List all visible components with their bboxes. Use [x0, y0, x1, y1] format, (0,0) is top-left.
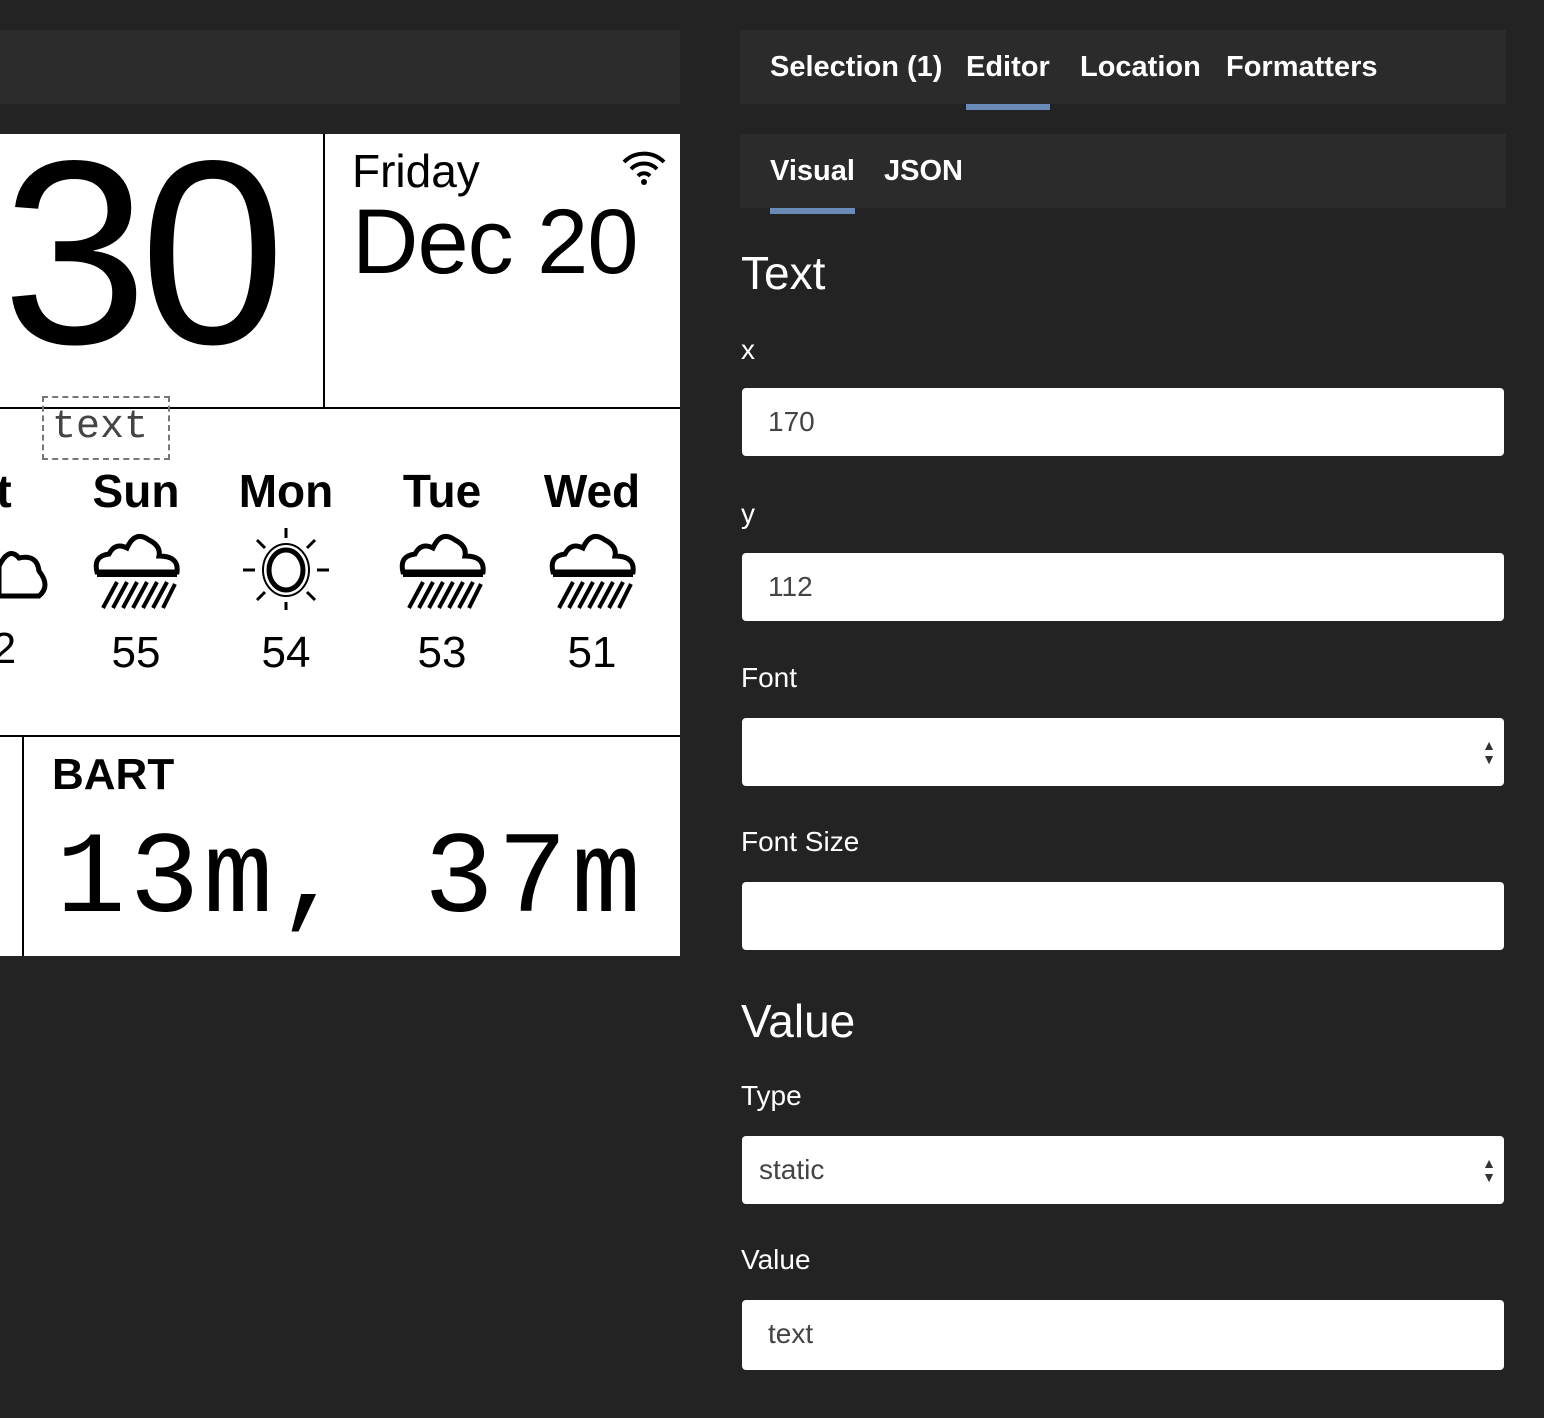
forecast-day-name: Mon	[238, 465, 334, 517]
hour-minute-text[interactable]: 30	[2, 134, 285, 384]
x-input[interactable]: 170	[742, 388, 1504, 456]
forecast-temp: 55	[111, 628, 161, 677]
display-canvas[interactable]: 30 Friday Dec 20 text t 2 Sun 55 Mon 54 …	[0, 134, 680, 956]
forecast-temp: 54	[261, 628, 311, 677]
forecast-day-name: Sun	[92, 465, 180, 517]
font-select[interactable]: ▲ ▼	[742, 718, 1504, 786]
forecast-day: Tue 53	[382, 464, 502, 678]
tab-location[interactable]: Location	[1080, 30, 1201, 104]
tab-selection[interactable]: Selection (1)	[770, 30, 942, 104]
forecast-day: Mon 54	[226, 464, 346, 678]
value-label: Value	[741, 1244, 811, 1275]
y-input[interactable]: 112	[742, 553, 1504, 621]
main-tabs: Selection (1) Editor Location Formatters	[740, 30, 1506, 110]
rain-icon	[399, 533, 486, 609]
tab-json[interactable]: JSON	[884, 134, 963, 208]
forecast-day: Wed 51	[532, 464, 652, 678]
sub-tabs: Visual JSON	[740, 134, 1506, 214]
x-label: x	[741, 334, 755, 365]
bart-times[interactable]: 13m, 37m	[56, 814, 645, 946]
divider	[323, 134, 325, 408]
bart-label[interactable]: BART	[52, 750, 174, 800]
type-label: Type	[741, 1080, 802, 1111]
divider	[0, 735, 680, 737]
tab-formatters[interactable]: Formatters	[1226, 30, 1378, 104]
forecast-day: Sun 55	[76, 464, 196, 678]
y-label: y	[741, 498, 755, 529]
date-text[interactable]: Dec 20	[352, 190, 638, 295]
select-arrows-icon: ▲ ▼	[1482, 737, 1496, 767]
value-input[interactable]: text	[742, 1300, 1504, 1370]
forecast-temp: 53	[417, 628, 467, 677]
rain-icon	[93, 533, 180, 609]
forecast-temp: 2	[0, 624, 17, 673]
partly-cloudy-icon	[0, 551, 48, 599]
font-size-input[interactable]	[742, 882, 1504, 950]
forecast-temp: 51	[567, 628, 617, 677]
tab-editor[interactable]: Editor	[966, 30, 1050, 110]
type-select[interactable]: static ▲ ▼	[742, 1136, 1504, 1204]
value-section-heading: Value	[741, 995, 856, 1047]
forecast-day-name: Tue	[402, 465, 482, 517]
wifi-icon	[622, 151, 666, 185]
forecast-day-name: t	[0, 465, 12, 517]
tab-visual[interactable]: Visual	[770, 134, 855, 214]
divider	[22, 736, 24, 956]
select-arrows-icon: ▲ ▼	[1482, 1155, 1496, 1185]
font-label: Font	[741, 662, 798, 693]
forecast-day: t 2	[0, 464, 64, 674]
canvas-toolbar	[0, 30, 680, 104]
text-section-heading: Text	[741, 247, 826, 299]
type-select-value: static	[759, 1154, 825, 1185]
font-size-label: Font Size	[741, 826, 860, 857]
selected-text-element[interactable]: text	[42, 396, 170, 460]
rain-icon	[549, 533, 636, 609]
forecast-day-name: Wed	[543, 465, 641, 517]
sun-icon	[243, 528, 329, 610]
